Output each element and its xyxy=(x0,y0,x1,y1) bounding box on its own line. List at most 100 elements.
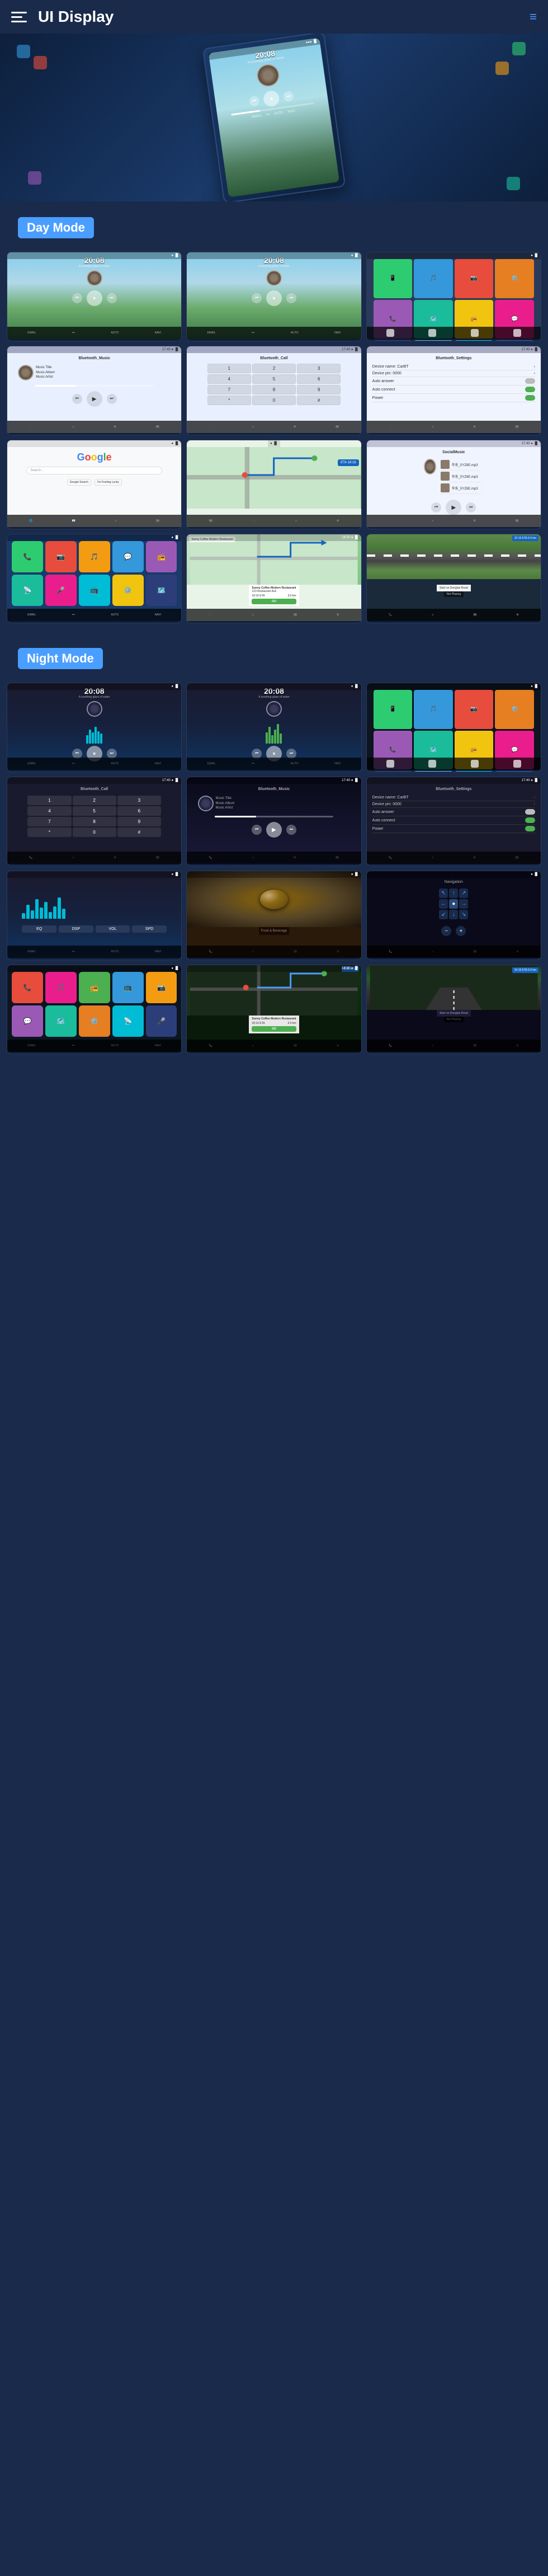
night-bt-controls[interactable]: ⏮ ▶ ⏭ xyxy=(252,822,296,838)
night-app-lg-1[interactable]: 📞 xyxy=(12,972,43,1003)
music-item-1[interactable]: 华东_5YZ8E.mp3 xyxy=(441,459,481,471)
night-setting-auto-connect[interactable]: Auto connect xyxy=(372,816,535,825)
night-key-2[interactable]: 2 xyxy=(73,796,116,805)
setting-auto-connect[interactable]: Auto connect xyxy=(372,386,535,394)
auto-connect-toggle[interactable] xyxy=(525,387,535,392)
app-icon-1[interactable]: 📱 xyxy=(374,259,413,298)
social-controls[interactable]: ⏮ ▶ ⏭ xyxy=(431,500,476,515)
bt-play[interactable]: ▶ xyxy=(87,391,102,407)
key-hash[interactable]: # xyxy=(297,396,341,405)
night-bt-prev[interactable]: ⏮ xyxy=(252,825,262,835)
app-lg-3[interactable]: 🎵 xyxy=(79,541,110,572)
night-bt-next[interactable]: ⏭ xyxy=(286,825,296,835)
night-key-1[interactable]: 1 xyxy=(27,796,71,805)
app-icon-9[interactable]: 🅱️ xyxy=(374,340,413,341)
night-key-9[interactable]: 9 xyxy=(117,817,161,826)
night-key-7[interactable]: 7 xyxy=(27,817,71,826)
app-lg-5[interactable]: 📻 xyxy=(146,541,177,572)
app-lg-10[interactable]: 🗺️ xyxy=(146,575,177,606)
google-search-bar[interactable]: Search... xyxy=(26,467,162,474)
key-6[interactable]: 6 xyxy=(297,374,341,384)
night-app-2[interactable]: 🎵 xyxy=(414,690,453,729)
night-eq-1[interactable]: EQ xyxy=(22,925,56,933)
night-app-1[interactable]: 📱 xyxy=(374,690,413,729)
app-lg-6[interactable]: 📡 xyxy=(12,575,43,606)
menu-icon[interactable] xyxy=(11,7,31,27)
next-2[interactable]: ⏭ xyxy=(286,293,296,303)
night-eq-3[interactable]: VOL xyxy=(96,925,130,933)
night-key-4[interactable]: 4 xyxy=(27,806,71,816)
night-app-lg-9[interactable]: 📡 xyxy=(112,1005,144,1037)
night-app-lg-2[interactable]: 🎵 xyxy=(45,972,77,1003)
app-icon-11[interactable]: 🎙️ xyxy=(455,340,494,341)
night-device-pin-arrow[interactable]: › xyxy=(534,802,535,806)
music-item-2[interactable]: 华东_5YZ8E.mp3 xyxy=(441,471,481,482)
app-lg-9[interactable]: ⚙️ xyxy=(112,575,144,606)
go-button[interactable]: GO xyxy=(252,599,296,604)
social-next[interactable]: ⏭ xyxy=(466,502,476,513)
bt-next[interactable]: ⏭ xyxy=(107,394,117,404)
next-btn[interactable]: ⏭ xyxy=(283,91,294,102)
night-app-lg-7[interactable]: 🗺️ xyxy=(45,1005,77,1037)
night-app-11[interactable]: 🎙️ xyxy=(455,771,494,772)
key-8[interactable]: 8 xyxy=(252,385,296,394)
app-icon-12[interactable]: 📺 xyxy=(495,340,534,341)
social-play[interactable]: ▶ xyxy=(446,500,461,515)
night-device-name-arrow[interactable]: › xyxy=(534,796,535,800)
controls-1[interactable]: ⏮ ⏸ ⏭ xyxy=(72,290,117,306)
night-app-lg-10[interactable]: 🎤 xyxy=(146,1005,177,1037)
hamburger-right-icon[interactable]: ≡ xyxy=(530,10,537,24)
feeling-lucky-btn[interactable]: I'm Feeling Lucky xyxy=(95,479,122,486)
night-eq-2[interactable]: DSP xyxy=(59,925,93,933)
night-app-lg-5[interactable]: 📷 xyxy=(146,972,177,1003)
night-app-lg-3[interactable]: 📻 xyxy=(79,972,110,1003)
key-2[interactable]: 2 xyxy=(252,364,296,373)
app-lg-7[interactable]: 🎤 xyxy=(45,575,77,606)
prev-2[interactable]: ⏮ xyxy=(252,293,262,303)
night-app-9[interactable]: 🅱️ xyxy=(374,771,413,772)
play-1[interactable]: ⏸ xyxy=(87,290,102,306)
night-nav-controls[interactable]: − + xyxy=(441,926,466,936)
play-pause-btn[interactable]: ⏸ xyxy=(262,90,280,108)
night-nav-zoom-out[interactable]: − xyxy=(441,926,451,936)
night-app-lg-4[interactable]: 📺 xyxy=(112,972,144,1003)
prev-1[interactable]: ⏮ xyxy=(72,293,82,303)
night-key-3[interactable]: 3 xyxy=(117,796,161,805)
night-key-6[interactable]: 6 xyxy=(117,806,161,816)
app-icon-10[interactable]: 📡 xyxy=(414,340,453,341)
night-key-5[interactable]: 5 xyxy=(73,806,116,816)
night-app-lg-8[interactable]: ⚙️ xyxy=(79,1005,110,1037)
night-power-toggle[interactable] xyxy=(525,826,535,831)
play-2[interactable]: ⏸ xyxy=(266,290,282,306)
night-eq-4[interactable]: SPD xyxy=(132,925,167,933)
device-name-arrow[interactable]: › xyxy=(534,365,535,369)
night-setting-auto-answer[interactable]: Auto answer xyxy=(372,808,535,816)
key-4[interactable]: 4 xyxy=(207,374,251,384)
controls-2[interactable]: ⏮ ⏸ ⏭ xyxy=(252,290,296,306)
app-icon-4[interactable]: ⚙️ xyxy=(495,259,534,298)
next-1[interactable]: ⏭ xyxy=(107,293,117,303)
google-search-btn[interactable]: Google Search xyxy=(67,479,91,486)
auto-answer-toggle[interactable] xyxy=(525,378,535,384)
app-icon-2[interactable]: 🎵 xyxy=(414,259,453,298)
device-pin-arrow[interactable]: › xyxy=(534,372,535,375)
app-lg-4[interactable]: 💬 xyxy=(112,541,144,572)
setting-auto-answer[interactable]: Auto answer xyxy=(372,377,535,386)
key-5[interactable]: 5 xyxy=(252,374,296,384)
setting-power[interactable]: Power xyxy=(372,394,535,402)
music-item-3[interactable]: 华东_5YZ8E.mp3 xyxy=(441,482,481,494)
key-0[interactable]: 0 xyxy=(252,396,296,405)
power-toggle[interactable] xyxy=(525,395,535,401)
bt-controls[interactable]: ⏮ ▶ ⏭ xyxy=(72,391,117,407)
night-key-0[interactable]: 0 xyxy=(73,828,116,837)
night-key-star[interactable]: * xyxy=(27,828,71,837)
app-lg-1[interactable]: 📞 xyxy=(12,541,43,572)
night-auto-answer-toggle[interactable] xyxy=(525,809,535,815)
key-3[interactable]: 3 xyxy=(297,364,341,373)
night-app-lg-6[interactable]: 💬 xyxy=(12,1005,43,1037)
night-nav-zoom-in[interactable]: + xyxy=(456,926,466,936)
night-key-8[interactable]: 8 xyxy=(73,817,116,826)
night-auto-connect-toggle[interactable] xyxy=(525,817,535,823)
night-setting-power[interactable]: Power xyxy=(372,825,535,833)
night-go-button[interactable]: GO xyxy=(252,1026,296,1032)
